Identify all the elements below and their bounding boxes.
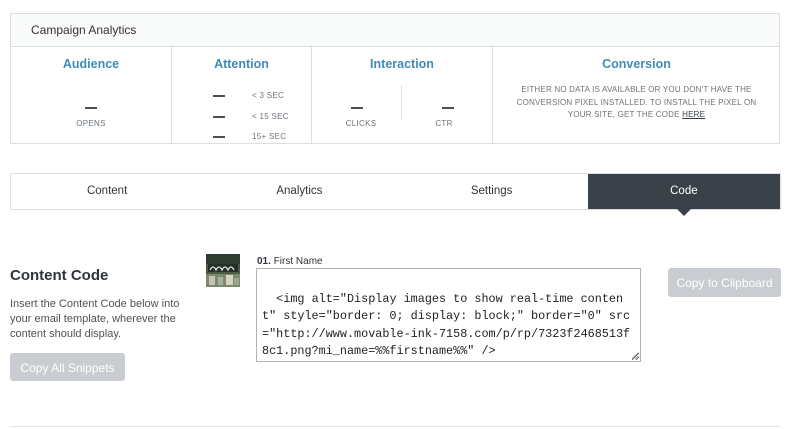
tab-bar: Content Analytics Settings Code	[10, 173, 781, 216]
conversion-message: EITHER NO DATA IS AVAILABLE OR YOU DON'T…	[507, 84, 766, 122]
interaction-column: Interaction CLICKS CTR	[311, 47, 492, 143]
snippet-name: First Name	[273, 256, 323, 267]
snippet-code-textarea[interactable]: <img alt="Display images to show real-ti…	[256, 268, 641, 362]
attention-title: Attention	[214, 57, 269, 71]
snippet-code-text[interactable]: <img alt="Display images to show real-ti…	[262, 292, 630, 359]
attention-row: < 15 SEC	[172, 110, 311, 124]
attention-column: Attention < 3 SEC < 15 SEC 15+ SEC	[171, 47, 311, 143]
attention-row: 15+ SEC	[172, 130, 311, 144]
audience-column: Audience OPENS	[11, 47, 171, 143]
get-code-link[interactable]: HERE	[682, 110, 705, 119]
copy-to-clipboard-button[interactable]: Copy to Clipboard	[668, 268, 781, 297]
copy-all-snippets-button[interactable]: Copy All Snippets	[10, 353, 125, 381]
conversion-column: Conversion EITHER NO DATA IS AVAILABLE O…	[492, 47, 780, 143]
tab-content[interactable]: Content	[11, 174, 203, 209]
attention-dash	[213, 95, 225, 97]
clicks-value	[312, 99, 402, 117]
audience-title: Audience	[62, 57, 120, 71]
attention-label: < 3 SEC	[252, 91, 285, 100]
snippet-thumbnail	[206, 254, 240, 287]
tab-code[interactable]: Code	[587, 174, 780, 216]
content-code-title: Content Code	[10, 267, 109, 284]
opens-label: OPENS	[76, 119, 106, 128]
opens-value	[11, 99, 171, 117]
attention-label: < 15 SEC	[252, 112, 289, 121]
ctr-dash	[441, 106, 454, 109]
divider	[10, 426, 781, 427]
resize-grip-icon[interactable]	[631, 352, 638, 359]
attention-row: < 3 SEC	[172, 89, 311, 103]
snippet-thumbnail-image-icon	[206, 254, 240, 287]
attention-dash	[213, 116, 225, 118]
opens-dash	[85, 106, 97, 109]
tab-analytics[interactable]: Analytics	[203, 174, 395, 209]
conversion-message-text: EITHER NO DATA IS AVAILABLE OR YOU DON'T…	[516, 85, 757, 119]
content-code-description: Insert the Content Code below into your …	[10, 298, 180, 340]
attention-dash	[213, 136, 225, 138]
snippet-number: 01.	[257, 256, 271, 267]
panel-title: Campaign Analytics	[11, 14, 779, 47]
interaction-title: Interaction	[370, 57, 434, 71]
conversion-title: Conversion	[602, 57, 671, 71]
campaign-analytics-panel: Campaign Analytics Audience OPENS Attent…	[10, 13, 780, 144]
tab-settings[interactable]: Settings	[396, 174, 588, 209]
attention-label: 15+ SEC	[252, 132, 287, 141]
clicks-dash	[351, 106, 363, 109]
snippet-title: 01. First Name	[257, 256, 323, 267]
clicks-label: CLICKS	[345, 119, 377, 128]
ctr-label: CTR	[435, 119, 453, 128]
ctr-value	[402, 99, 493, 117]
